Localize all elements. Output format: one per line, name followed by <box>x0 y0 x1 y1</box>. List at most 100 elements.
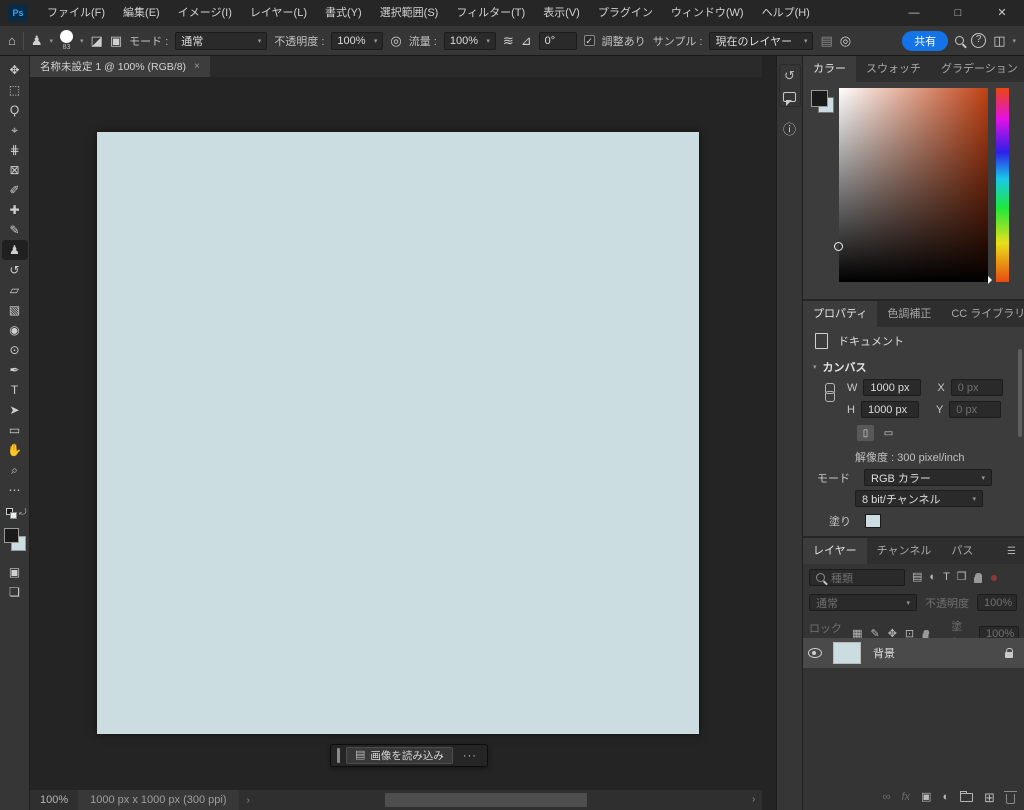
history-panel-icon[interactable]: ↺ <box>784 69 795 82</box>
filter-locked-layers-icon[interactable] <box>974 577 982 583</box>
filter-adjustment-layers-icon[interactable]: ◐ <box>929 572 936 583</box>
swap-colors-icon[interactable]: ⤾ <box>19 507 27 518</box>
type-tool[interactable]: T <box>2 380 28 400</box>
portrait-orientation-button[interactable]: ▯ <box>857 425 874 441</box>
rectangular-marquee-tool[interactable]: ⬚ <box>2 80 28 100</box>
maximize-button[interactable]: □ <box>936 0 980 26</box>
x-input[interactable]: 0 px <box>951 379 1003 396</box>
menu-plugins[interactable]: プラグイン <box>589 0 662 26</box>
blend-mode-select[interactable]: 通常 ▾ <box>175 32 267 50</box>
menu-type[interactable]: 書式(Y) <box>316 0 371 26</box>
screen-mode-button[interactable]: ❏ <box>2 582 28 602</box>
share-button[interactable]: 共有 <box>902 31 948 51</box>
tab-swatches[interactable]: スウォッチ <box>856 56 931 82</box>
blur-tool[interactable]: ◉ <box>2 320 28 340</box>
crop-tool[interactable]: ⋕ <box>2 140 28 160</box>
chevron-down-icon[interactable]: ▾ <box>50 37 54 45</box>
clone-source-panel-icon[interactable]: ▣ <box>110 34 122 47</box>
menu-select[interactable]: 選択範囲(S) <box>371 0 448 26</box>
layer-blend-mode-select[interactable]: 通常 ▾ <box>809 594 917 611</box>
zoom-tool[interactable]: ⌕ <box>2 460 28 480</box>
filter-type-layers-icon[interactable]: T <box>943 572 950 583</box>
layer-style-icon[interactable]: fx <box>901 792 910 803</box>
menu-layer[interactable]: レイヤー(L) <box>241 0 316 26</box>
color-mode-select[interactable]: RGB カラー ▾ <box>864 469 992 486</box>
brush-tool[interactable]: ✎ <box>2 220 28 240</box>
hand-tool[interactable]: ✋ <box>2 440 28 460</box>
pasteboard[interactable]: ▤ 画像を読み込み ··· <box>30 77 762 790</box>
eraser-tool[interactable]: ▱ <box>2 280 28 300</box>
load-image-button[interactable]: ▤ 画像を読み込み <box>346 747 453 764</box>
airbrush-icon[interactable]: ≋ <box>503 34 514 47</box>
path-selection-tool[interactable]: ➤ <box>2 400 28 420</box>
layer-opacity-input[interactable]: 100% <box>977 594 1017 611</box>
workspace-icon[interactable]: ◫ <box>993 34 1005 47</box>
history-brush-tool[interactable]: ↺ <box>2 260 28 280</box>
menu-filter[interactable]: フィルター(T) <box>447 0 534 26</box>
scroll-right-arrow-icon[interactable]: › <box>752 794 755 805</box>
menu-edit[interactable]: 編集(E) <box>114 0 169 26</box>
edit-toolbar-button[interactable]: ⋯ <box>2 480 28 500</box>
close-tab-icon[interactable]: × <box>194 61 200 72</box>
minimize-button[interactable]: — <box>892 0 936 26</box>
tab-cc-libraries[interactable]: CC ライブラリ <box>941 301 1024 327</box>
canvas[interactable] <box>97 132 699 734</box>
frame-tool[interactable]: ⊠ <box>2 160 28 180</box>
landscape-orientation-button[interactable]: ▭ <box>880 425 897 441</box>
link-dimensions-icon[interactable] <box>825 383 833 400</box>
hue-slider-arrow[interactable] <box>988 276 996 284</box>
document-tab[interactable]: 名称未設定 1 @ 100% (RGB/8) × <box>30 56 210 77</box>
section-collapse-icon[interactable]: ▾ <box>813 363 817 371</box>
layer-lock-icon[interactable] <box>1005 652 1013 658</box>
tab-gradients[interactable]: グラデーション <box>931 56 1024 82</box>
default-swap-colors[interactable]: ⤾ <box>2 508 28 520</box>
zoom-level[interactable]: 100% <box>30 794 78 806</box>
tab-channels[interactable]: チャンネル <box>867 538 942 564</box>
tab-paths[interactable]: パス <box>941 538 983 564</box>
panel-menu-icon[interactable]: ☰ <box>1007 546 1016 557</box>
chevron-down-icon[interactable]: ▾ <box>80 37 84 45</box>
lasso-tool[interactable]: Ϙ <box>2 100 28 120</box>
layer-row-background[interactable]: 背景 <box>803 638 1024 668</box>
drag-handle[interactable] <box>337 748 340 763</box>
menu-file[interactable]: ファイル(F) <box>38 0 114 26</box>
home-icon[interactable]: ⌂ <box>8 34 16 47</box>
menu-window[interactable]: ウィンドウ(W) <box>662 0 753 26</box>
sample-select[interactable]: 現在のレイヤー ▾ <box>709 32 813 50</box>
pressure-opacity-icon[interactable]: ◎ <box>390 34 401 47</box>
layer-thumbnail[interactable] <box>833 642 861 664</box>
spot-healing-brush-tool[interactable]: ✚ <box>2 200 28 220</box>
menu-view[interactable]: 表示(V) <box>534 0 589 26</box>
menu-image[interactable]: イメージ(I) <box>169 0 241 26</box>
tab-adjustments[interactable]: 色調補正 <box>877 301 941 327</box>
close-button[interactable]: ✕ <box>980 0 1024 26</box>
more-options-button[interactable]: ··· <box>459 750 481 762</box>
pen-tool[interactable]: ✒ <box>2 360 28 380</box>
gradient-tool[interactable]: ▧ <box>2 300 28 320</box>
brush-preset-picker[interactable]: 83 <box>60 30 73 51</box>
color-picker-cursor[interactable] <box>834 242 843 251</box>
info-panel-icon[interactable]: ⓘ <box>783 119 796 138</box>
angle-input[interactable]: 0° <box>539 32 577 50</box>
chevron-down-icon[interactable]: ▾ <box>1012 37 1016 45</box>
filter-pixel-layers-icon[interactable]: ▤ <box>912 572 922 583</box>
layer-name[interactable]: 背景 <box>873 645 895 661</box>
eyedropper-tool[interactable]: ✐ <box>2 180 28 200</box>
opacity-select[interactable]: 100% ▾ <box>331 32 383 50</box>
delete-layer-icon[interactable] <box>1006 794 1015 804</box>
rectangle-tool[interactable]: ▭ <box>2 420 28 440</box>
foreground-color-swatch[interactable] <box>811 90 828 107</box>
hue-slider[interactable] <box>996 88 1009 282</box>
add-layer-mask-icon[interactable]: ▣ <box>921 792 931 803</box>
pressure-size-icon[interactable]: ◎ <box>840 34 851 47</box>
move-tool[interactable]: ✥ <box>2 60 28 80</box>
flow-select[interactable]: 100% ▾ <box>444 32 496 50</box>
aligned-checkbox[interactable]: ✓ <box>584 35 595 46</box>
scrollbar-thumb[interactable] <box>1018 349 1022 437</box>
comments-panel-icon[interactable] <box>783 92 796 102</box>
object-selection-tool[interactable]: ⌖ <box>2 120 28 140</box>
horizontal-scrollbar-thumb[interactable] <box>385 793 587 807</box>
filter-shape-layers-icon[interactable]: ❒ <box>957 572 967 583</box>
search-icon[interactable] <box>955 36 964 45</box>
new-adjustment-layer-icon[interactable]: ◐ <box>942 792 949 803</box>
